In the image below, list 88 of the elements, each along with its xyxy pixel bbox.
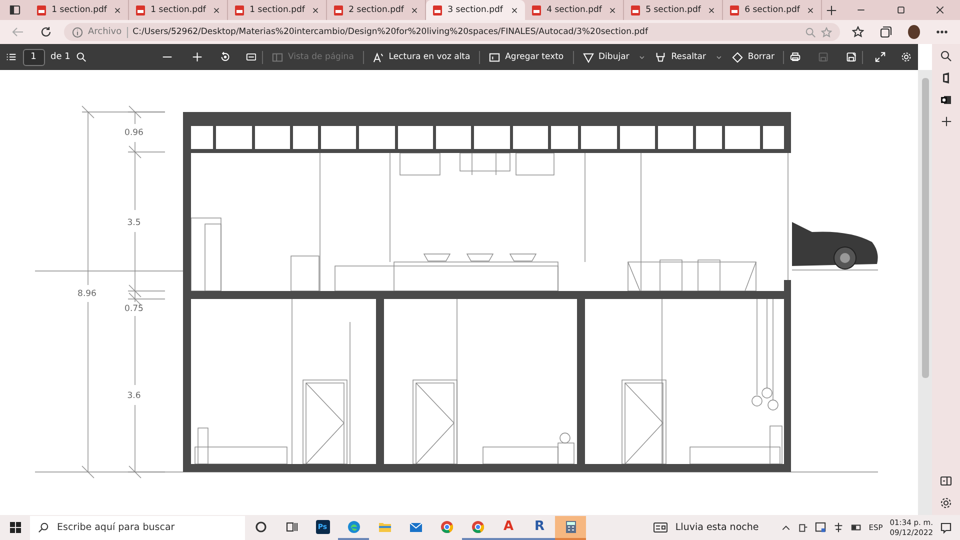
pdf-icon (432, 4, 443, 16)
pdf-icon (134, 4, 146, 16)
info-icon (72, 26, 83, 38)
close-icon[interactable] (410, 6, 419, 14)
toolbar-button[interactable]: Resaltar (652, 50, 709, 64)
pdf-icon (728, 4, 740, 16)
dimension-label: 3.6 (127, 391, 141, 401)
add-icon[interactable] (940, 116, 952, 127)
page-number-field[interactable]: 1 (22, 48, 45, 66)
search-icon[interactable] (76, 51, 87, 63)
pdf-icon (332, 4, 344, 16)
pdf-icon (530, 4, 542, 16)
close-icon[interactable] (310, 6, 320, 14)
task-view-icon[interactable] (286, 520, 298, 532)
fullscreen-icon[interactable] (875, 51, 886, 63)
sidebar-toggle-icon[interactable] (940, 475, 952, 487)
tab-title: 2 section.pdf (348, 5, 405, 15)
cortana-icon[interactable] (254, 520, 266, 532)
search-icon (38, 522, 49, 533)
scrollbar[interactable] (918, 70, 932, 515)
rotate-icon[interactable] (220, 51, 230, 63)
close-icon[interactable] (112, 6, 122, 14)
autocad-icon: A (502, 520, 516, 534)
page-view-icon (272, 52, 283, 62)
tab-title: 3 section.pdf (448, 5, 504, 15)
maximize-icon[interactable] (896, 5, 906, 15)
page-count: de 1 (50, 52, 70, 62)
contents-icon[interactable] (6, 51, 17, 63)
fit-page-icon[interactable] (246, 51, 256, 63)
taskbar-app[interactable]: A (493, 516, 524, 540)
battery-icon[interactable] (850, 522, 862, 533)
eraser-icon (732, 52, 743, 62)
toolbar-button[interactable]: Dibujar (580, 50, 632, 64)
search-icon[interactable] (940, 50, 952, 62)
display-icon[interactable] (814, 522, 826, 533)
reload-icon[interactable] (40, 26, 52, 38)
close-icon[interactable] (706, 6, 716, 14)
tab-actions-icon[interactable] (8, 4, 21, 16)
tab-title: 1 section.pdf (52, 5, 108, 15)
tab-title: 6 section.pdf (744, 5, 801, 15)
favorites-icon[interactable] (852, 26, 864, 38)
close-icon[interactable] (510, 6, 519, 14)
collections-icon[interactable] (880, 26, 892, 38)
text-box-icon (489, 52, 500, 62)
browser-tab[interactable]: 3 section.pdf (426, 0, 525, 20)
revit-icon: R (532, 520, 546, 534)
windows-start-icon[interactable] (10, 522, 20, 533)
tab-title: 4 section.pdf (546, 5, 603, 15)
search-placeholder: Escribe aquí para buscar (57, 522, 175, 533)
settings-icon[interactable] (940, 497, 952, 509)
close-icon[interactable] (212, 6, 221, 14)
tab-title: 1 section.pdf (150, 5, 207, 15)
zoom-in-icon[interactable] (192, 51, 202, 63)
mail-icon (408, 520, 422, 532)
dimension-label: 0.96 (124, 128, 144, 138)
weather-icon (653, 522, 668, 533)
toolbar-button[interactable]: Borrar (728, 50, 778, 64)
toolbar-button[interactable]: Lectura en voz alta (370, 50, 474, 64)
taskbar-app[interactable] (555, 516, 586, 540)
pen-icon (582, 52, 594, 62)
tab-title: 1 section.pdf (250, 5, 306, 15)
profile-avatar[interactable] (908, 25, 920, 39)
browser-icon (346, 520, 360, 534)
read-aloud-icon (372, 52, 384, 62)
site-info-label: Archivo (88, 27, 122, 37)
dimension-label: 8.96 (78, 289, 96, 299)
dimension-label: 3.5 (127, 218, 141, 228)
tab-title: 5 section.pdf (646, 5, 702, 15)
dimension-label: 0.75 (124, 304, 144, 314)
pdf-icon (234, 4, 245, 16)
toolbar-button[interactable]: Agregar texto (486, 50, 567, 64)
save-as-icon[interactable] (846, 51, 856, 63)
new-tab-icon[interactable] (826, 4, 838, 16)
calculator-icon (564, 520, 576, 534)
close-icon[interactable] (935, 5, 946, 15)
taskbar-search-field[interactable]: Escribe aquí para buscar (30, 516, 245, 540)
url-text: C:/Users/52962/Desktop/Materias%20intercambio/Design%20for%20living%20spaces/FINALES/Autocad/3%20section.pdf (132, 27, 650, 37)
pdf-icon (36, 4, 47, 16)
notifications-icon[interactable] (940, 522, 952, 534)
folder-icon (378, 520, 392, 532)
print-icon[interactable] (790, 51, 801, 63)
close-icon[interactable] (608, 6, 617, 14)
meet-icon[interactable] (798, 522, 808, 532)
highlighter-icon (655, 52, 666, 62)
pdf-icon (630, 4, 641, 16)
close-icon[interactable] (806, 6, 815, 14)
weather-text: Lluvia esta noche (675, 522, 759, 533)
network-icon[interactable] (832, 522, 844, 533)
